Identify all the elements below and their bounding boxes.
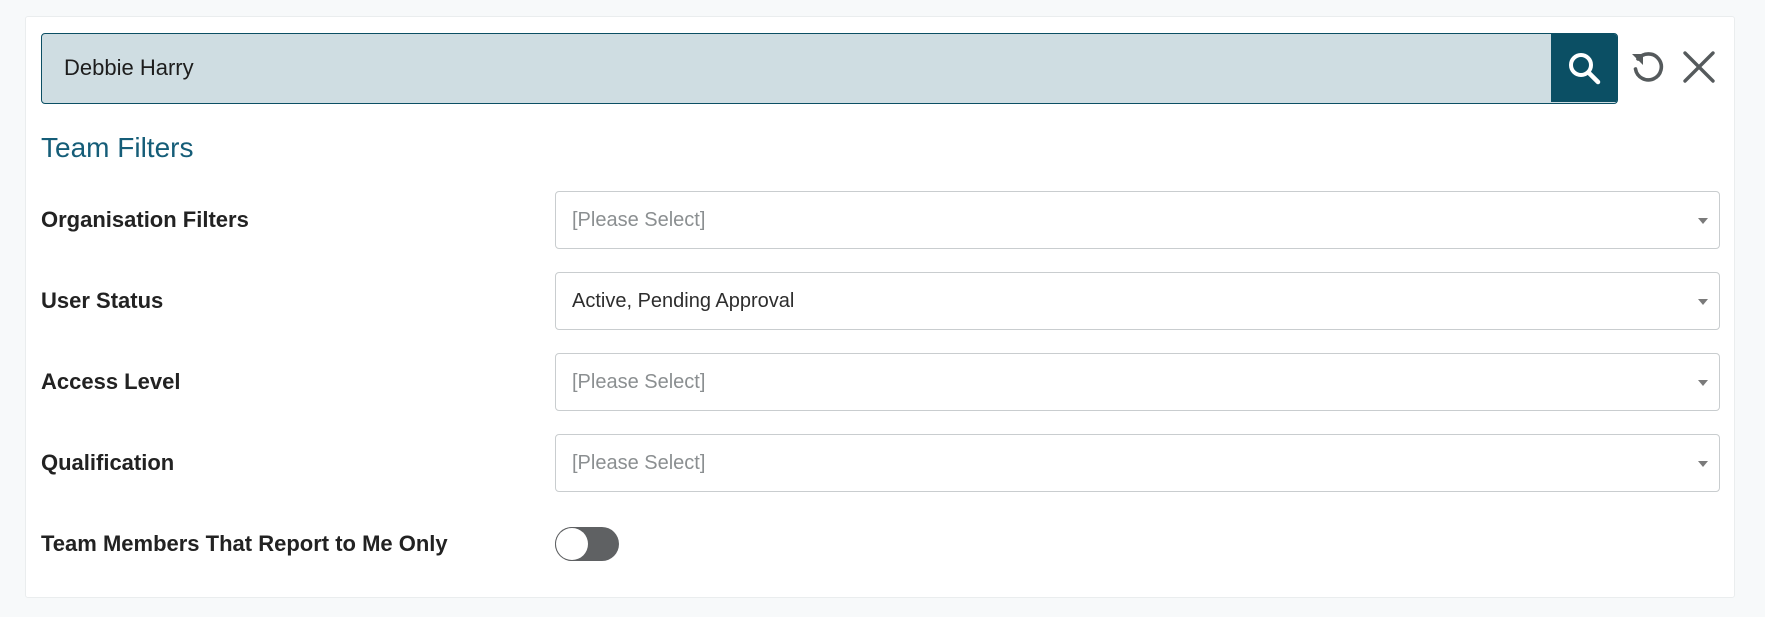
filter-label-organisation: Organisation Filters <box>41 207 249 232</box>
caret-down-icon <box>1698 218 1708 224</box>
filter-row-user-status: User Status Active, Pending Approval <box>41 272 1721 330</box>
search-icon <box>1569 53 1601 85</box>
caret-down-icon <box>1698 380 1708 386</box>
filter-panel: Team Filters Organisation Filters [Pleas… <box>25 16 1735 598</box>
filter-row-report-to-me: Team Members That Report to Me Only <box>41 515 1721 573</box>
caret-down-icon <box>1698 461 1708 467</box>
filter-label-report-to-me: Team Members That Report to Me Only <box>41 531 448 556</box>
search-bar <box>41 33 1726 104</box>
select-value: [Please Select] <box>572 208 706 231</box>
reset-button[interactable] <box>1626 45 1670 89</box>
select-value: Active, Pending Approval <box>572 289 795 312</box>
search-box <box>41 33 1618 104</box>
search-input[interactable] <box>42 34 1552 102</box>
filter-label-access-level: Access Level <box>41 369 181 394</box>
filter-row-qualification: Qualification [Please Select] <box>41 434 1721 492</box>
caret-down-icon <box>1698 299 1708 305</box>
access-level-select[interactable]: [Please Select] <box>555 353 1720 411</box>
filter-label-qualification: Qualification <box>41 450 175 475</box>
section-title: Team Filters <box>41 132 194 163</box>
filter-row-organisation: Organisation Filters [Please Select] <box>41 191 1721 249</box>
toggle-knob <box>556 528 588 560</box>
select-value: [Please Select] <box>572 451 706 474</box>
report-to-me-toggle[interactable] <box>555 527 619 561</box>
close-icon <box>1683 51 1715 83</box>
refresh-icon <box>1632 52 1664 82</box>
filter-label-user-status: User Status <box>41 288 164 313</box>
close-button[interactable] <box>1677 45 1721 89</box>
search-button[interactable] <box>1551 34 1617 102</box>
user-status-select[interactable]: Active, Pending Approval <box>555 272 1720 330</box>
select-value: [Please Select] <box>572 370 706 393</box>
organisation-filters-select[interactable]: [Please Select] <box>555 191 1720 249</box>
filter-row-access-level: Access Level [Please Select] <box>41 353 1721 411</box>
qualification-select[interactable]: [Please Select] <box>555 434 1720 492</box>
